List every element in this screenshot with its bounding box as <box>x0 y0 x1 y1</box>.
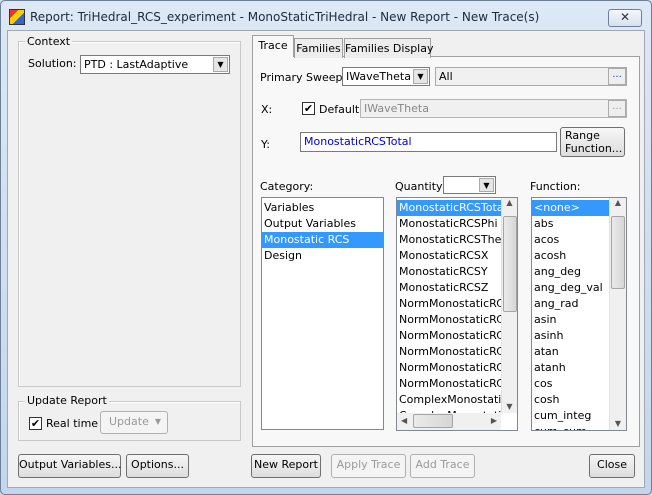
quantity-label: Quantity: <box>395 180 446 193</box>
chevron-down-icon: ▼ <box>479 178 494 192</box>
scroll-down-icon: ▼ <box>506 402 513 411</box>
quantity-hscrollbar[interactable]: ◀ ▶ <box>397 413 501 430</box>
tab-families-display[interactable]: Families Display <box>344 38 433 58</box>
context-label: Context <box>25 35 73 48</box>
function-vscrollbar[interactable]: ▲ ▼ <box>609 198 626 430</box>
chevron-down-icon: ▼ <box>413 69 428 84</box>
realtime-checkbox[interactable]: ✔ <box>29 417 42 430</box>
tab-families[interactable]: Families <box>294 38 343 58</box>
quantity-item[interactable]: NormMonostaticRCST <box>397 328 502 344</box>
quantity-item[interactable]: MonostaticRCSZ <box>397 280 502 296</box>
apply-trace-button[interactable]: Apply Trace <box>331 454 406 478</box>
app-icon <box>9 9 25 25</box>
primary-sweep-value: IWaveTheta <box>346 70 411 83</box>
scroll-up-icon: ▲ <box>506 198 513 207</box>
window-title: Report: TriHedral_RCS_experiment - MonoS… <box>30 10 540 24</box>
update-report-label: Update Report <box>25 394 109 407</box>
quantity-item[interactable]: MonostaticRCSTheta <box>397 232 502 248</box>
y-field[interactable]: MonostaticRCSTotal <box>300 132 557 152</box>
hscroll-thumb[interactable] <box>413 414 453 428</box>
function-item[interactable]: ang_rad <box>532 296 609 312</box>
function-label: Function: <box>530 180 581 193</box>
x-default-label: Default <box>319 103 360 116</box>
x-ellipsis-button[interactable]: ... <box>608 100 626 117</box>
quantity-item[interactable]: NormMonostaticRCST <box>397 296 502 312</box>
tab-trace[interactable]: Trace <box>252 35 294 57</box>
quantity-item[interactable]: ComplexMonostaticR <box>397 392 502 408</box>
quantity-item[interactable]: MonostaticRCSPhi <box>397 216 502 232</box>
category-item[interactable]: Design <box>262 248 383 264</box>
function-item[interactable]: acos <box>532 232 609 248</box>
quantity-item[interactable]: NormMonostaticRCSZ <box>397 376 502 392</box>
chevron-down-icon: ▼ <box>213 57 228 72</box>
y-label: Y: <box>261 138 270 151</box>
quantity-item[interactable]: NormMonostaticRCSX <box>397 344 502 360</box>
scroll-down-icon: ▼ <box>614 419 622 428</box>
function-item[interactable]: cum_integ <box>532 408 609 424</box>
scroll-left-icon: ◀ <box>401 416 408 425</box>
chevron-down-icon: ▼ <box>154 417 161 426</box>
realtime-label: Real time <box>46 417 99 430</box>
new-report-button[interactable]: New Report <box>251 454 321 478</box>
category-item[interactable]: Monostatic RCS <box>262 232 383 248</box>
scroll-up-icon: ▲ <box>614 198 622 207</box>
sweep-range-field[interactable]: All <box>435 67 627 86</box>
function-item[interactable]: abs <box>532 216 609 232</box>
function-item[interactable]: atan <box>532 344 609 360</box>
category-list[interactable]: Variables Output Variables Monostatic RCS D… <box>261 197 384 430</box>
update-button[interactable]: Update ▼ <box>100 411 168 434</box>
function-item[interactable]: ang_deg_val <box>532 280 609 296</box>
context-group <box>18 41 241 387</box>
scroll-thumb[interactable] <box>611 216 625 289</box>
close-button[interactable]: Close <box>589 454 635 478</box>
function-item[interactable]: acosh <box>532 248 609 264</box>
function-item[interactable]: asin <box>532 312 609 328</box>
function-item[interactable]: ang_deg <box>532 264 609 280</box>
function-item[interactable]: cosh <box>532 392 609 408</box>
solution-label: Solution: <box>28 57 77 70</box>
update-button-label: Update <box>109 415 149 428</box>
range-function-button[interactable]: Range Function... <box>560 127 625 157</box>
category-label: Category: <box>260 180 314 193</box>
range-function-line1: Range <box>565 129 600 142</box>
quantity-list[interactable]: MonostaticRCSTotal MonostaticRCSPhi Monost… <box>396 197 518 431</box>
range-function-line2: Function... <box>565 142 623 155</box>
quantity-item[interactable]: NormMonostaticRCSY <box>397 360 502 376</box>
sweep-range-ellipsis-button[interactable]: ... <box>608 68 626 85</box>
scroll-thumb[interactable] <box>503 216 517 312</box>
category-item[interactable]: Variables <box>262 200 383 216</box>
primary-sweep-label: Primary Sweep: <box>260 71 347 84</box>
quantity-item[interactable]: MonostaticRCSY <box>397 264 502 280</box>
function-item[interactable]: asinh <box>532 328 609 344</box>
primary-sweep-dropdown[interactable]: IWaveTheta ▼ <box>342 67 430 86</box>
quantity-filter-dropdown[interactable]: ▼ <box>443 176 496 194</box>
x-label: X: <box>261 103 273 116</box>
solution-dropdown[interactable]: PTD : LastAdaptive ▼ <box>80 55 230 74</box>
solution-value: PTD : LastAdaptive <box>84 58 189 71</box>
x-field[interactable]: IWaveTheta <box>360 99 627 118</box>
output-variables-button[interactable]: Output Variables... <box>18 454 121 478</box>
function-item[interactable]: cum_sum <box>532 424 609 430</box>
options-button[interactable]: Options... <box>126 454 189 478</box>
function-item[interactable]: cos <box>532 376 609 392</box>
quantity-item[interactable]: NormMonostaticRCSP <box>397 312 502 328</box>
scroll-right-icon: ▶ <box>490 416 497 425</box>
category-item[interactable]: Output Variables <box>262 216 383 232</box>
window-close-button[interactable]: ✕ <box>608 9 642 27</box>
x-default-checkbox[interactable]: ✔ <box>302 102 315 115</box>
function-item[interactable]: <none> <box>532 200 609 216</box>
quantity-item[interactable]: MonostaticRCSTotal <box>397 200 502 216</box>
quantity-vscrollbar[interactable]: ▲ ▼ <box>501 198 517 413</box>
add-trace-button[interactable]: Add Trace <box>410 454 475 478</box>
quantity-item[interactable]: MonostaticRCSX <box>397 248 502 264</box>
function-item[interactable]: atanh <box>532 360 609 376</box>
